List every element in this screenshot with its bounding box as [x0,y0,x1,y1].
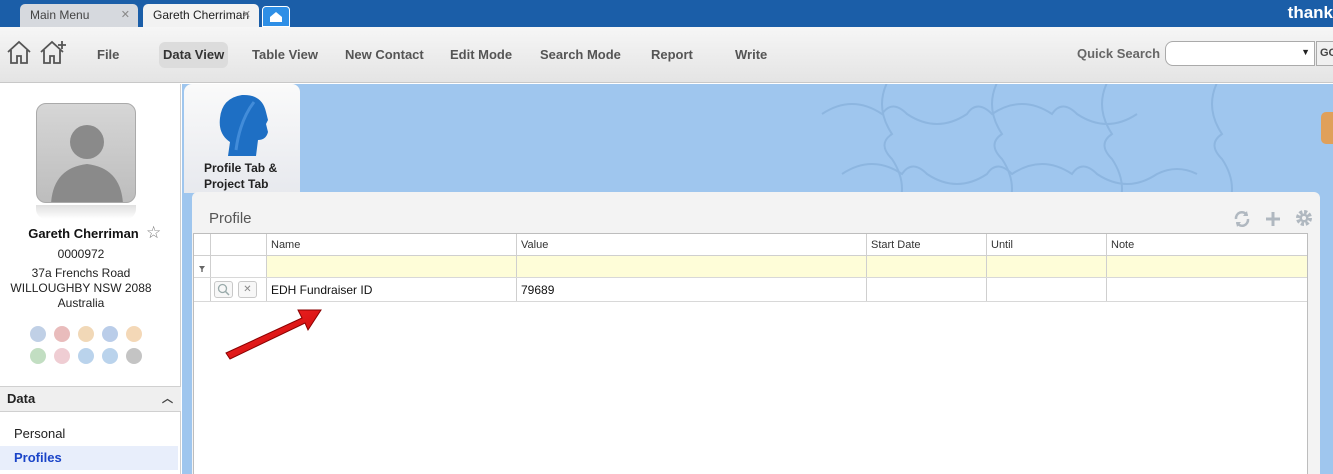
filter-until-input[interactable] [987,256,1107,277]
filter-note-input[interactable] [1107,256,1307,277]
filter-icon[interactable] [194,256,211,277]
tab-profile-project[interactable]: Profile Tab & Project Tab [184,84,300,193]
badge-icon [102,326,118,342]
menu-search-mode[interactable]: Search Mode [536,42,625,68]
avatar-reflection [36,205,136,219]
profile-grid: Name Value Start Date Until Note ✕ EDH F… [193,233,1308,474]
contact-id: 0000972 [57,247,105,261]
toolbar: File Data View Table View New Contact Ed… [0,27,1333,83]
add-icon[interactable] [1264,210,1282,231]
badge-icon [102,348,118,364]
tab-main-menu-label: Main Menu [30,8,90,22]
title-bar: Main Menu ✕ Gareth Cherriman ✕ thank [0,0,1333,27]
data-section-title: Data [7,391,36,406]
add-home-icon[interactable] [38,39,70,68]
badge-icon [54,326,70,342]
dropdown-caret-icon[interactable]: ▼ [1301,47,1310,57]
sidebar-item-profiles[interactable]: Profiles [0,446,178,470]
home-icon[interactable] [5,39,33,68]
close-icon[interactable]: ✕ [121,4,130,27]
brand-logo: thank [1287,3,1333,22]
menu-table-view[interactable]: Table View [248,42,322,68]
menu-file[interactable]: File [93,42,123,68]
search-icon[interactable] [214,281,233,298]
side-handle[interactable] [1321,112,1333,144]
address-country: Australia [57,296,105,310]
gear-icon[interactable] [1294,208,1314,231]
column-header-until[interactable]: Until [987,234,1107,255]
profile-tab-label: Profile Tab & Project Tab [204,161,278,191]
panel-title: Profile [209,210,252,227]
delete-icon[interactable]: ✕ [238,281,257,298]
cell-note[interactable] [1107,278,1307,301]
badge-icon [78,326,94,342]
badge-icon [78,348,94,364]
menu-write[interactable]: Write [731,42,771,68]
filter-value-input[interactable] [517,256,867,277]
table-row[interactable]: ✕ EDH Fundraiser ID 79689 [194,278,1307,302]
quick-search-input[interactable]: ▼ [1165,41,1315,66]
badge-icon [30,326,46,342]
filter-cell [211,256,267,277]
address-line-1: 37a Frenchs Road [31,266,131,280]
badge-icon [126,348,142,364]
cell-value[interactable]: 79689 [517,278,867,301]
home-tab-icon[interactable] [262,6,290,27]
close-icon[interactable]: ✕ [242,4,251,27]
profile-panel: Profile Name Value Start Date Until Note [192,192,1320,474]
cell-start-date[interactable] [867,278,987,301]
main-content: Profile Tab & Project Tab Profile Name V… [182,84,1333,474]
column-header-value[interactable]: Value [517,234,867,255]
column-header-note[interactable]: Note [1107,234,1307,255]
quick-search-label: Quick Search [1077,46,1161,61]
star-icon[interactable]: ☆ [146,223,161,243]
cell-until[interactable] [987,278,1107,301]
grid-header-row: Name Value Start Date Until Note [194,234,1307,256]
tab-main-menu[interactable]: Main Menu ✕ [20,4,138,27]
menu-data-view[interactable]: Data View [159,42,229,68]
chevron-up-icon[interactable]: ︿ [162,387,173,411]
row-selector[interactable] [194,278,211,301]
sidebar-item-personal[interactable]: Personal [0,422,178,446]
avatar[interactable] [36,103,136,203]
contact-sidebar: Gareth Cherriman ☆ 0000972 37a Frenchs R… [0,84,181,474]
row-actions: ✕ [211,278,267,301]
tab-contact-label: Gareth Cherriman [153,8,250,22]
column-header-name[interactable]: Name [267,234,517,255]
column-header-start-date[interactable]: Start Date [867,234,987,255]
badge-icon [126,326,142,342]
filter-start-date-input[interactable] [867,256,987,277]
filter-row [194,256,1307,278]
menu-new-contact[interactable]: New Contact [341,42,428,68]
filter-name-input[interactable] [267,256,517,277]
menu-edit-mode[interactable]: Edit Mode [446,42,516,68]
refresh-icon[interactable] [1233,210,1251,231]
header-cell [194,234,211,255]
data-section-header[interactable]: Data ︿ [0,386,181,412]
panel-icons [1224,208,1314,231]
annotation-arrow [225,309,322,360]
cell-name[interactable]: EDH Fundraiser ID [267,278,517,301]
profile-head-icon [214,90,272,161]
status-badges [28,324,148,368]
address-line-2: WILLOUGHBY NSW 2088 [10,281,152,295]
badge-icon [30,348,46,364]
go-button[interactable]: GO [1316,41,1333,66]
menu-report[interactable]: Report [647,42,697,68]
badge-icon [54,348,70,364]
tab-contact[interactable]: Gareth Cherriman ✕ [143,4,259,27]
header-cell [211,234,267,255]
